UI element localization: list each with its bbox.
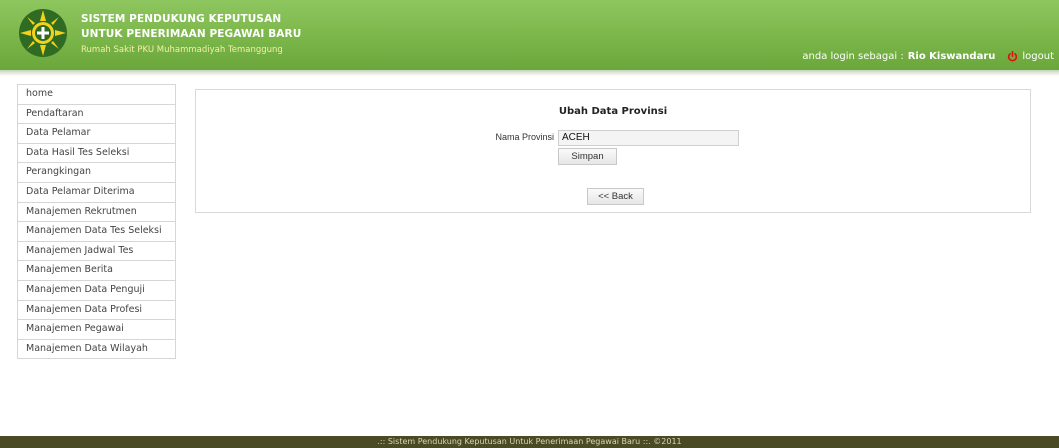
sidebar-item-manajemen-rekrutmen[interactable]: Manajemen Rekrutmen [18,202,175,223]
edit-province-panel: Ubah Data Provinsi Nama Provinsi ACEH Si… [195,89,1031,213]
app-title-line1: SISTEM PENDUKUNG KEPUTUSAN [81,13,282,25]
sidebar-item-manajemen-data-profesi[interactable]: Manajemen Data Profesi [18,300,175,321]
logout-link[interactable]: logout [1007,51,1054,62]
sidebar-item-manajemen-data-wilayah[interactable]: Manajemen Data Wilayah [18,339,175,360]
sidebar-item-home[interactable]: home [18,85,175,105]
page-title: Ubah Data Provinsi [558,106,668,117]
sidebar-item-manajemen-data-penguji[interactable]: Manajemen Data Penguji [18,280,175,301]
sidebar-menu: home Pendaftaran Data Pelamar Data Hasil… [17,84,176,360]
login-info: anda login sebagai : Rio Kiswandaru logo… [802,51,1054,62]
app-title-line2: UNTUK PENERIMAAN PEGAWAI BARU [81,28,302,40]
logout-label[interactable]: logout [1022,51,1054,62]
province-name-label: Nama Provinsi [495,132,554,142]
login-prefix: anda login sebagai : [802,51,904,62]
header-shadow [0,70,1059,76]
province-name-input[interactable]: ACEH [558,130,739,146]
sidebar-item-pendaftaran[interactable]: Pendaftaran [18,104,175,125]
power-icon [1008,51,1018,62]
footer-bar: .:: Sistem Pendukung Keputusan Untuk Pen… [0,436,1059,448]
sidebar-item-perangkingan[interactable]: Perangkingan [18,163,175,183]
hospital-logo-icon [19,9,67,57]
footer-text: .:: Sistem Pendukung Keputusan Untuk Pen… [377,437,682,446]
sidebar-item-data-hasil-tes-seleksi[interactable]: Data Hasil Tes Seleksi [18,143,175,164]
back-button[interactable]: << Back [587,188,644,205]
sidebar-item-manajemen-jadwal-tes[interactable]: Manajemen Jadwal Tes [18,241,175,262]
app-subtitle: Rumah Sakit PKU Muhammadiyah Temanggung [81,45,283,55]
sidebar-item-manajemen-berita[interactable]: Manajemen Berita [18,261,175,281]
sidebar-item-data-pelamar-diterima[interactable]: Data Pelamar Diterima [18,182,175,203]
save-button[interactable]: Simpan [558,148,617,165]
user-name: Rio Kiswandaru [907,51,996,62]
sidebar-item-data-pelamar[interactable]: Data Pelamar [18,124,175,144]
sidebar-item-manajemen-pegawai[interactable]: Manajemen Pegawai [18,320,175,340]
sidebar-item-manajemen-data-tes-seleksi[interactable]: Manajemen Data Tes Seleksi [18,222,175,242]
header-bar: SISTEM PENDUKUNG KEPUTUSAN UNTUK PENERIM… [0,0,1059,70]
